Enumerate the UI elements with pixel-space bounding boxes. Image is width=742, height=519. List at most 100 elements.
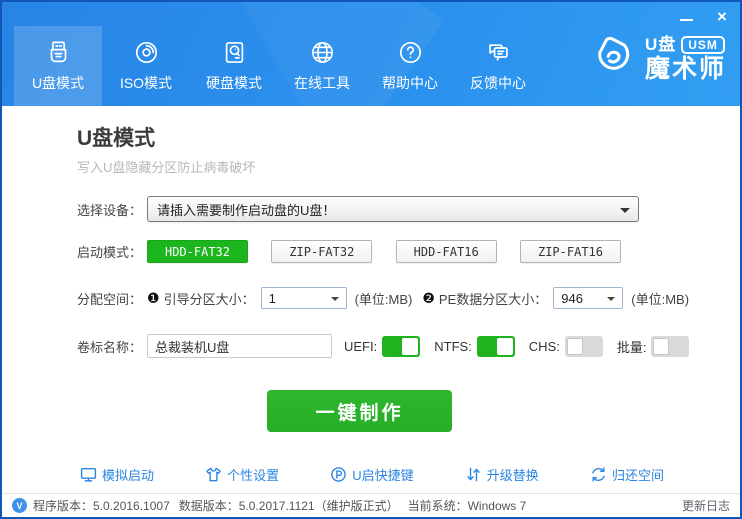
- brand-text: U盘 USM 魔术师: [644, 35, 726, 83]
- minimize-icon: [679, 19, 693, 21]
- footer-links: 模拟启动 个性设置 U启快捷键 升级替换 归还空间: [80, 465, 664, 484]
- globe-icon: [309, 39, 336, 66]
- link-restore-space[interactable]: 归还空间: [590, 465, 664, 484]
- brand-product: U盘: [644, 35, 677, 54]
- device-select[interactable]: 请插入需要制作启动盘的U盘！: [147, 196, 639, 222]
- chs-label: CHS:: [528, 338, 560, 354]
- tshirt-icon: [205, 466, 222, 483]
- window-controls: ×: [676, 6, 732, 26]
- mode-button-zip-fat16[interactable]: ZIP-FAT16: [519, 240, 621, 263]
- ntfs-label: NTFS:: [434, 338, 472, 354]
- nav-item-label: U盘模式: [31, 75, 85, 91]
- boot-partition-label: 引导分区大小：: [163, 291, 255, 307]
- device-row: 选择设备： 请插入需要制作启动盘的U盘！: [77, 196, 710, 222]
- nav-item-label: 硬盘模式: [206, 75, 262, 91]
- nav-item-label: ISO模式: [119, 75, 173, 91]
- nav-item-help-center[interactable]: 帮助中心: [366, 26, 454, 106]
- boot-mode-row: 启动模式： HDD-FAT32 ZIP-FAT32 HDD-FAT16 ZIP-…: [77, 240, 710, 263]
- brand-name: 魔术师: [644, 54, 726, 83]
- boot-partition-group: ❶ 引导分区大小： 1 (单位:MB): [147, 287, 422, 309]
- feedback-icon: [485, 39, 512, 66]
- chs-toggle-group: CHS:: [528, 335, 603, 357]
- header: × U盘模式 ISO模式 硬盘模式 在线工具 帮助中心 反馈中心 U盘 USM …: [2, 2, 740, 106]
- link-label: U启快捷键: [352, 468, 414, 483]
- mode-button-hdd-fat16[interactable]: HDD-FAT16: [395, 240, 497, 263]
- one-key-make-button[interactable]: 一键制作: [267, 390, 452, 432]
- toggle-group: UEFI: NTFS: CHS: 批量:: [344, 335, 690, 357]
- chevron-down-icon: [620, 208, 630, 213]
- chs-toggle[interactable]: [564, 335, 603, 357]
- allocation-row: 分配空间： ❶ 引导分区大小： 1 (单位:MB) ❷ PE数据分区大小： 94…: [77, 287, 710, 309]
- pe-partition-group: ❷ PE数据分区大小： 946 (单位:MB): [422, 287, 699, 309]
- device-label: 选择设备：: [77, 202, 143, 218]
- nav-item-label: 在线工具: [294, 75, 350, 91]
- link-label: 模拟启动: [102, 468, 155, 483]
- pe-partition-size-select[interactable]: 946: [553, 287, 624, 309]
- hotkey-icon: [330, 466, 347, 483]
- page-subtitle: 写入U盘隐藏分区防止病毒破坏: [77, 160, 256, 175]
- nav-item-online-tools[interactable]: 在线工具: [278, 26, 366, 106]
- brand-badge: USM: [681, 35, 725, 54]
- allocation-label: 分配空间：: [77, 291, 143, 307]
- program-version: 程序版本：5.0.2016.1007: [33, 499, 170, 513]
- link-usb-hotkey[interactable]: U启快捷键: [330, 465, 414, 484]
- boot-mode-group: HDD-FAT32 ZIP-FAT32 HDD-FAT16 ZIP-FAT16: [147, 240, 621, 263]
- pe-partition-unit: (单位:MB): [631, 291, 690, 307]
- uefi-toggle[interactable]: [382, 335, 421, 357]
- close-button[interactable]: ×: [712, 6, 732, 26]
- monitor-icon: [80, 466, 97, 483]
- link-label: 升级替换: [486, 468, 539, 483]
- boot-mode-label: 启动模式：: [77, 245, 143, 260]
- make-row: 一键制作: [77, 390, 710, 432]
- ntfs-toggle[interactable]: [476, 335, 515, 357]
- pe-partition-label: PE数据分区大小：: [438, 291, 548, 307]
- volume-name-input[interactable]: [147, 334, 332, 358]
- magic-hand-icon: [585, 28, 641, 89]
- nav-item-feedback-center[interactable]: 反馈中心: [454, 26, 542, 106]
- bullet-one-icon: ❶: [147, 289, 160, 306]
- uefi-toggle-group: UEFI:: [344, 335, 421, 357]
- main-content: U盘模式 写入U盘隐藏分区防止病毒破坏 选择设备： 请插入需要制作启动盘的U盘！…: [2, 106, 740, 484]
- chevron-down-icon: [607, 297, 616, 301]
- brand-logo: U盘 USM 魔术师: [585, 28, 726, 89]
- nav-item-usb-mode[interactable]: U盘模式: [14, 26, 102, 106]
- link-upgrade-replace[interactable]: 升级替换: [465, 465, 539, 484]
- toggle-knob: [496, 337, 513, 355]
- mode-button-zip-fat32[interactable]: ZIP-FAT32: [271, 240, 373, 263]
- nav-item-iso-mode[interactable]: ISO模式: [102, 26, 190, 106]
- toggle-knob: [566, 337, 583, 355]
- boot-partition-size-value: 1: [268, 290, 276, 306]
- boot-partition-unit: (单位:MB): [354, 291, 413, 307]
- restore-icon: [590, 466, 607, 483]
- device-select-value: 请插入需要制作启动盘的U盘！: [157, 202, 336, 218]
- link-personal-settings[interactable]: 个性设置: [205, 465, 279, 484]
- boot-partition-size-select[interactable]: 1: [260, 287, 347, 309]
- status-bar: V 程序版本：5.0.2016.1007 数据版本：5.0.2017.1121（…: [2, 493, 740, 517]
- link-label: 个性设置: [227, 468, 280, 483]
- link-label: 归还空间: [611, 468, 664, 483]
- usb-drive-icon: [45, 39, 72, 66]
- toggle-knob: [402, 337, 419, 355]
- pe-partition-size-value: 946: [561, 290, 583, 306]
- nav-item-label: 帮助中心: [382, 75, 438, 91]
- volume-label: 卷标名称：: [77, 339, 143, 355]
- batch-toggle[interactable]: [651, 335, 690, 357]
- nav-item-harddisk-mode[interactable]: 硬盘模式: [190, 26, 278, 106]
- update-log-link[interactable]: 更新日志: [682, 497, 730, 514]
- swap-arrows-icon: [465, 466, 482, 483]
- app-window: × U盘模式 ISO模式 硬盘模式 在线工具 帮助中心 反馈中心 U盘 USM …: [0, 0, 742, 519]
- hard-disk-icon: [221, 39, 248, 66]
- nav-item-label: 反馈中心: [470, 75, 526, 91]
- current-system: 当前系统：Windows 7: [407, 499, 527, 513]
- disc-icon: [133, 39, 160, 66]
- mode-button-hdd-fat32[interactable]: HDD-FAT32: [147, 240, 248, 263]
- bullet-two-icon: ❷: [422, 289, 435, 306]
- version-badge-icon: V: [12, 498, 27, 513]
- batch-toggle-group: 批量:: [616, 335, 690, 357]
- chevron-down-icon: [330, 297, 339, 301]
- batch-label: 批量:: [616, 339, 647, 355]
- page-title: U盘模式: [77, 127, 156, 150]
- link-simulate-boot[interactable]: 模拟启动: [80, 465, 154, 484]
- uefi-label: UEFI:: [344, 338, 378, 354]
- minimize-button[interactable]: [676, 6, 696, 26]
